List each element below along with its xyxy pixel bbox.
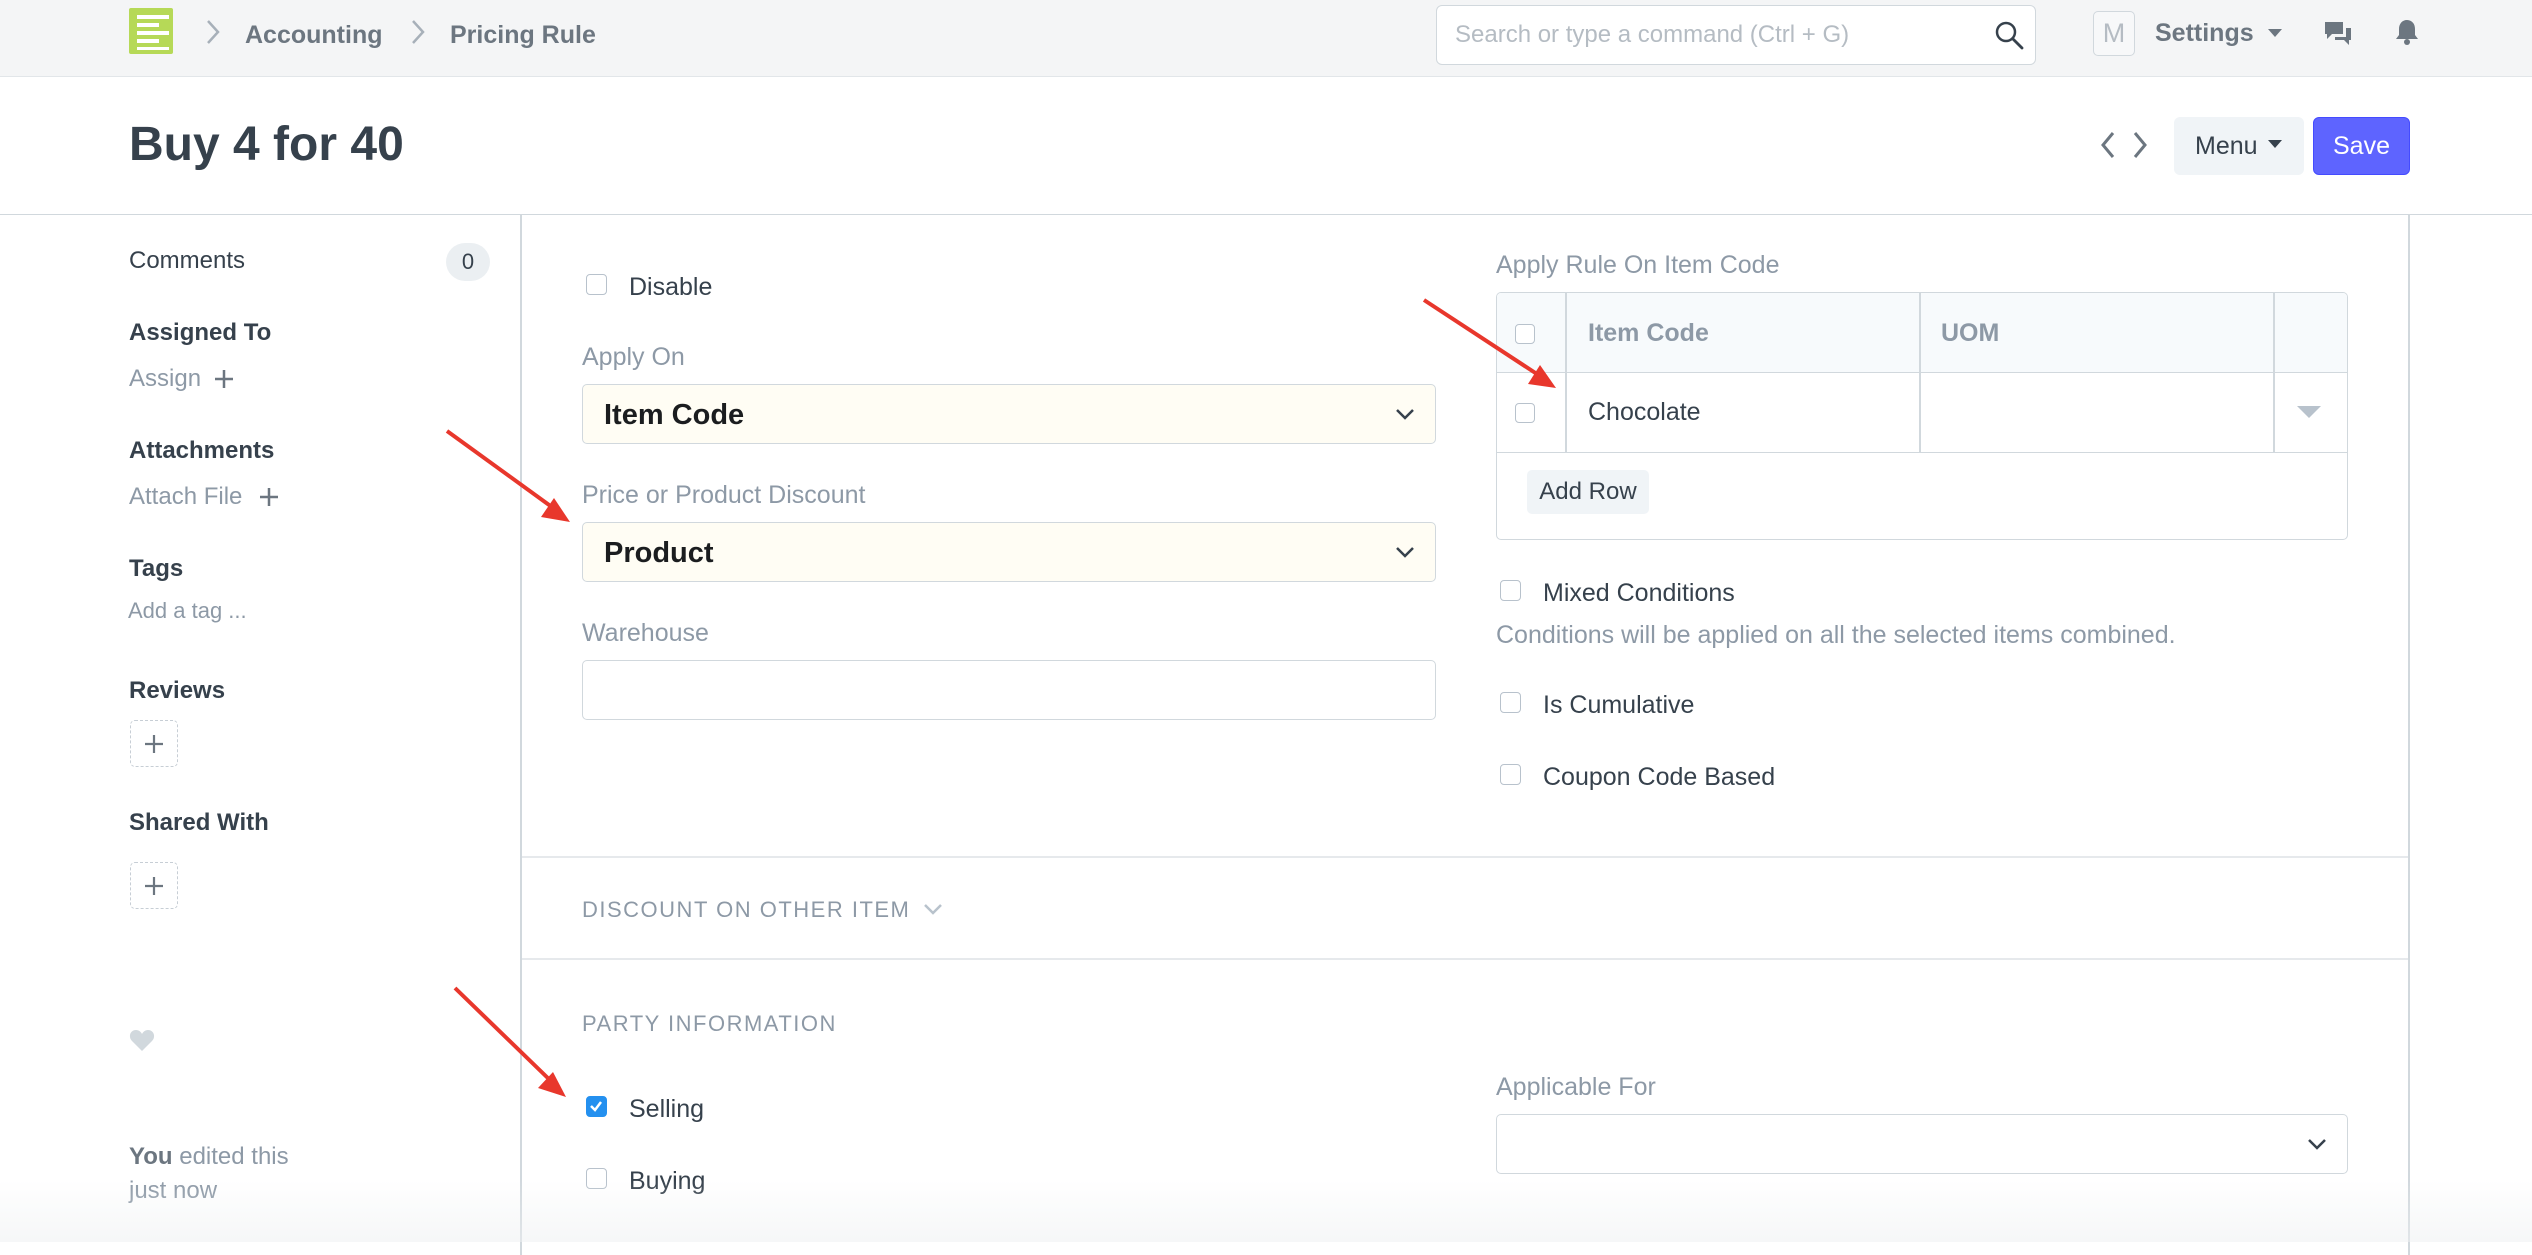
- item-code-grid: Item Code UOM Chocolate Add Row: [1496, 292, 2348, 540]
- select-all-checkbox[interactable]: [1515, 324, 1535, 344]
- party-information-section: PARTY INFORMATION: [582, 1011, 837, 1036]
- search-bar[interactable]: [1436, 5, 2036, 65]
- breadcrumb-pricing-rule[interactable]: Pricing Rule: [450, 20, 596, 50]
- add-review-button[interactable]: [130, 720, 178, 767]
- chevron-down-icon: [1396, 547, 1414, 558]
- applicable-for-label: Applicable For: [1496, 1073, 1656, 1101]
- avatar[interactable]: M: [2093, 11, 2135, 56]
- plus-icon: [145, 877, 163, 895]
- chevron-down-icon[interactable]: [923, 902, 943, 916]
- disable-checkbox[interactable]: [586, 274, 607, 295]
- mixed-conditions-checkbox[interactable]: [1500, 580, 1521, 601]
- apply-on-label: Apply On: [582, 343, 685, 371]
- disable-label: Disable: [629, 273, 713, 301]
- chat-icon[interactable]: [2323, 20, 2353, 48]
- attach-file-link[interactable]: Attach File: [129, 482, 242, 512]
- mixed-conditions-label: Mixed Conditions: [1543, 579, 1735, 607]
- bell-icon[interactable]: [2394, 18, 2420, 46]
- column-header-uom[interactable]: UOM: [1941, 318, 1999, 348]
- price-or-product-select[interactable]: Product: [582, 522, 1436, 582]
- edited-user: You: [129, 1143, 173, 1170]
- add-tag-input[interactable]: Add a tag ...: [128, 596, 247, 626]
- is-cumulative-label: Is Cumulative: [1543, 691, 1695, 719]
- warehouse-input[interactable]: [582, 660, 1436, 720]
- breadcrumb-accounting[interactable]: Accounting: [245, 20, 383, 50]
- grid-divider: [1919, 293, 1921, 453]
- menu-button-label: Menu: [2195, 131, 2258, 160]
- row-dropdown-icon[interactable]: [2297, 405, 2321, 419]
- buying-checkbox[interactable]: [586, 1168, 607, 1189]
- section-divider: [522, 958, 2408, 960]
- page-head: Buy 4 for 40 Menu Save: [0, 77, 2532, 215]
- chevron-down-icon: [1396, 409, 1414, 420]
- attachments-heading: Attachments: [129, 437, 275, 464]
- selling-label: Selling: [629, 1095, 705, 1123]
- coupon-code-based-checkbox[interactable]: [1500, 764, 1521, 785]
- warehouse-label: Warehouse: [582, 619, 709, 647]
- grid-divider: [1565, 293, 1567, 453]
- navbar: Accounting Pricing Rule M Settings: [0, 0, 2532, 77]
- app-logo-icon[interactable]: [129, 8, 177, 54]
- caret-down-icon: [2268, 140, 2282, 148]
- check-icon: [590, 1101, 602, 1112]
- row-item-code[interactable]: Chocolate: [1588, 397, 1701, 427]
- row-checkbox[interactable]: [1515, 403, 1535, 423]
- coupon-code-based-label: Coupon Code Based: [1543, 763, 1776, 791]
- column-header-item-code[interactable]: Item Code: [1588, 318, 1709, 348]
- grid-divider: [2273, 293, 2275, 453]
- tags-heading: Tags: [129, 555, 184, 582]
- assigned-to-heading: Assigned To: [129, 319, 272, 346]
- breadcrumb-chevron-icon: [207, 20, 220, 44]
- grid-header: Item Code UOM: [1497, 293, 2347, 373]
- settings-dropdown[interactable]: Settings: [2155, 18, 2254, 48]
- apply-on-select[interactable]: Item Code: [582, 384, 1436, 444]
- assign-link[interactable]: Assign: [129, 364, 201, 394]
- comments-count-badge: 0: [446, 243, 490, 281]
- previous-record-icon[interactable]: [2098, 130, 2118, 160]
- search-icon[interactable]: [1994, 20, 2024, 50]
- reviews-heading: Reviews: [129, 677, 226, 704]
- add-share-button[interactable]: [130, 862, 178, 909]
- breadcrumb-chevron-icon: [412, 20, 425, 44]
- chevron-down-icon: [2308, 1139, 2326, 1150]
- discount-on-other-item-section[interactable]: DISCOUNT ON OTHER ITEM: [582, 896, 910, 924]
- plus-icon[interactable]: [259, 487, 279, 507]
- save-button[interactable]: Save: [2313, 117, 2410, 175]
- comments-label[interactable]: Comments: [129, 246, 245, 276]
- page-title: Buy 4 for 40: [129, 118, 404, 171]
- mixed-conditions-help: Conditions will be applied on all the se…: [1496, 621, 2176, 649]
- apply-rule-label: Apply Rule On Item Code: [1496, 251, 1780, 279]
- menu-button[interactable]: Menu: [2174, 117, 2304, 175]
- plus-icon[interactable]: [214, 369, 234, 389]
- selling-checkbox[interactable]: [586, 1096, 607, 1117]
- is-cumulative-checkbox[interactable]: [1500, 692, 1521, 713]
- add-row-button[interactable]: Add Row: [1527, 470, 1649, 514]
- next-record-icon[interactable]: [2130, 130, 2150, 160]
- table-row[interactable]: Chocolate: [1497, 373, 2347, 453]
- applicable-for-select[interactable]: [1496, 1114, 2348, 1174]
- heart-icon[interactable]: [129, 1028, 155, 1052]
- shared-with-heading: Shared With: [129, 809, 269, 836]
- plus-icon: [145, 735, 163, 753]
- edited-info: You edited this just now: [129, 1140, 329, 1208]
- apply-on-value: Item Code: [604, 399, 745, 431]
- price-or-product-label: Price or Product Discount: [582, 481, 866, 509]
- buying-label: Buying: [629, 1167, 706, 1195]
- section-divider: [522, 856, 2408, 858]
- search-input[interactable]: [1455, 6, 1975, 64]
- price-or-product-value: Product: [604, 537, 714, 569]
- caret-down-icon: [2268, 29, 2282, 37]
